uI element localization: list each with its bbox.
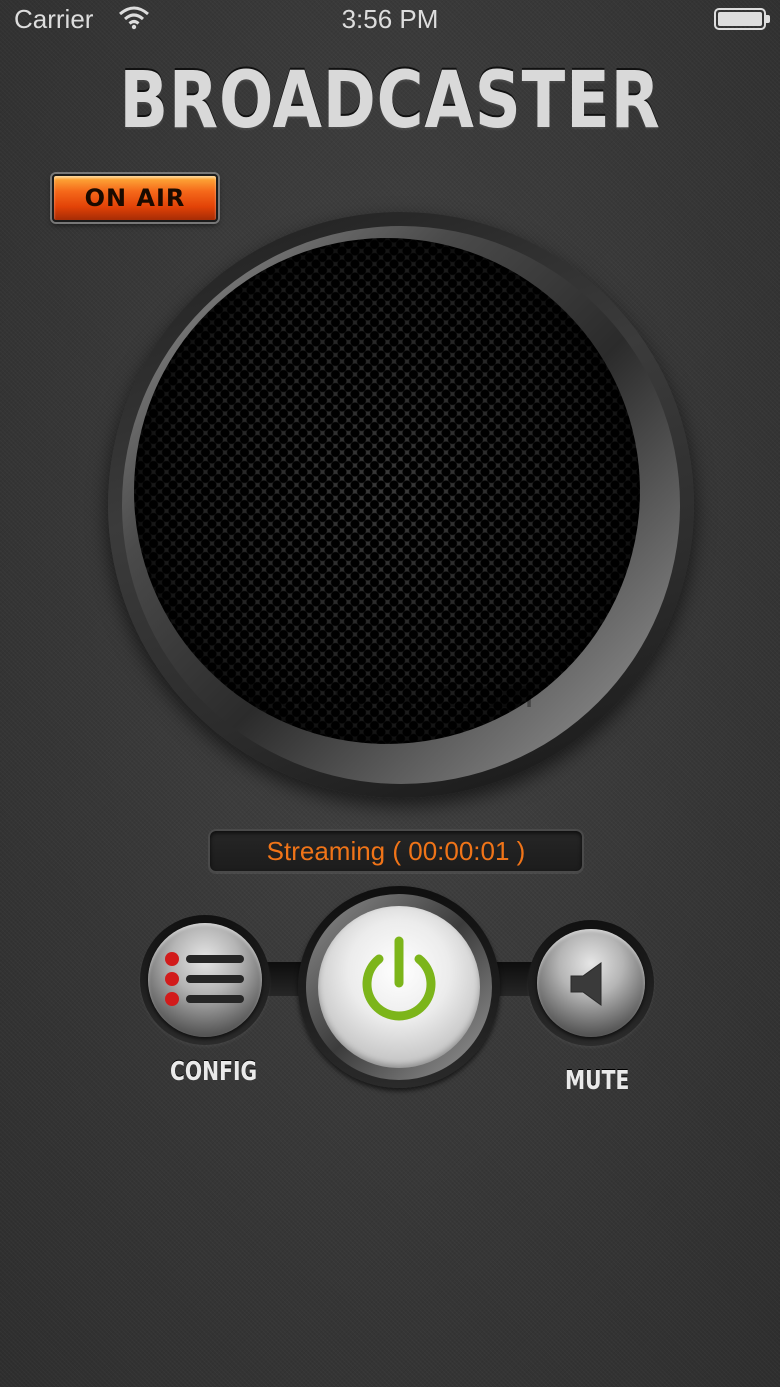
battery-icon [714,8,770,30]
clock: 3:56 PM [341,4,439,34]
mute-button[interactable] [537,929,645,1037]
speaker-icon [570,962,602,1006]
list-menu-icon [165,952,244,1006]
power-button[interactable] [318,906,480,1068]
power-icon [362,936,436,1021]
status-bar: Carrier 3:56 PM [0,0,780,40]
on-air-badge: ON AIR [52,174,218,222]
config-label: CONFIG [170,1057,258,1087]
app-title: BROADCASTER [119,56,661,146]
speaker-mesh [134,238,640,744]
config-button[interactable] [148,923,262,1037]
stream-status: Streaming ( 00:00:01 ) [208,829,584,873]
speaker-grill-display [108,212,694,798]
mute-label: MUTE [565,1066,630,1096]
